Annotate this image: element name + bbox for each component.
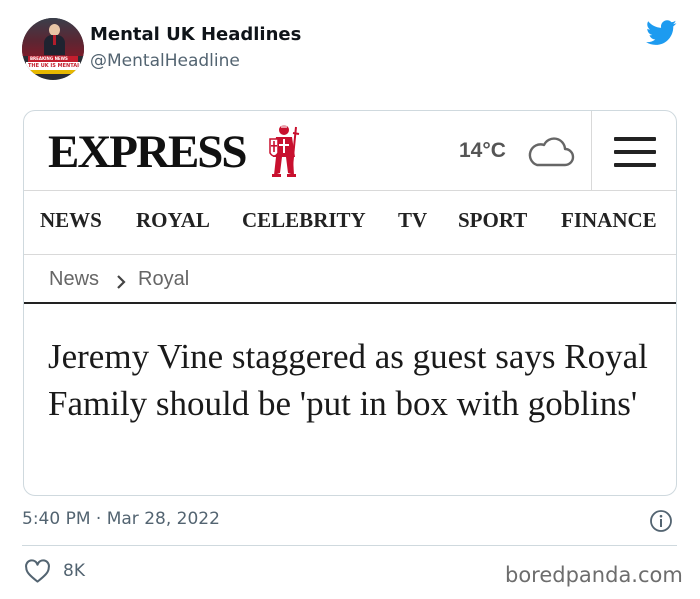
avatar-banner-text: BREAKING NEWS bbox=[30, 56, 68, 61]
embedded-article-image[interactable]: EXPRESS 14°C NEWS ROYAL CELEBRITY TV SPO… bbox=[23, 110, 677, 496]
nav-item-tv[interactable]: TV bbox=[398, 208, 427, 233]
nav-item-finance[interactable]: FINANCE bbox=[561, 208, 657, 233]
like-count: 8K bbox=[63, 561, 85, 581]
breadcrumb-royal[interactable]: Royal bbox=[138, 268, 189, 291]
nav-item-celebrity[interactable]: CELEBRITY bbox=[242, 208, 366, 233]
chevron-right-icon bbox=[117, 275, 126, 289]
watermark: boredpanda.com bbox=[505, 563, 683, 587]
nav-item-news[interactable]: NEWS bbox=[40, 208, 102, 233]
avatar-person bbox=[44, 24, 65, 55]
breadcrumb: News Royal bbox=[24, 256, 676, 304]
twitter-bird-icon[interactable] bbox=[646, 20, 677, 46]
user-display-name[interactable]: Mental UK Headlines bbox=[90, 24, 301, 45]
avatar-banner-bottom bbox=[28, 70, 78, 74]
info-icon[interactable] bbox=[649, 509, 673, 533]
express-logo[interactable]: EXPRESS bbox=[48, 125, 248, 179]
crusader-icon bbox=[269, 124, 300, 177]
tweet-timestamp[interactable]: 5:40 PM · Mar 28, 2022 bbox=[22, 509, 220, 529]
user-handle[interactable]: @MentalHeadline bbox=[90, 51, 240, 71]
masthead-divider bbox=[591, 111, 592, 191]
article-headline[interactable]: Jeremy Vine staggered as guest says Roya… bbox=[48, 333, 658, 427]
avatar-banner-text: THE UK IS MENTAL bbox=[28, 63, 81, 69]
avatar[interactable]: BREAKING NEWS THE UK IS MENTAL bbox=[22, 18, 84, 80]
cloud-icon bbox=[528, 137, 575, 167]
express-nav-bar: NEWS ROYAL CELEBRITY TV SPORT FINANCE bbox=[24, 192, 676, 255]
menu-icon[interactable] bbox=[614, 137, 656, 167]
express-masthead: EXPRESS 14°C bbox=[24, 111, 676, 191]
breadcrumb-news[interactable]: News bbox=[49, 268, 99, 291]
temperature-readout: 14°C bbox=[459, 139, 506, 162]
nav-item-sport[interactable]: SPORT bbox=[458, 208, 527, 233]
nav-item-royal[interactable]: ROYAL bbox=[136, 208, 210, 233]
footer-divider bbox=[22, 545, 677, 546]
heart-icon[interactable] bbox=[24, 559, 51, 584]
